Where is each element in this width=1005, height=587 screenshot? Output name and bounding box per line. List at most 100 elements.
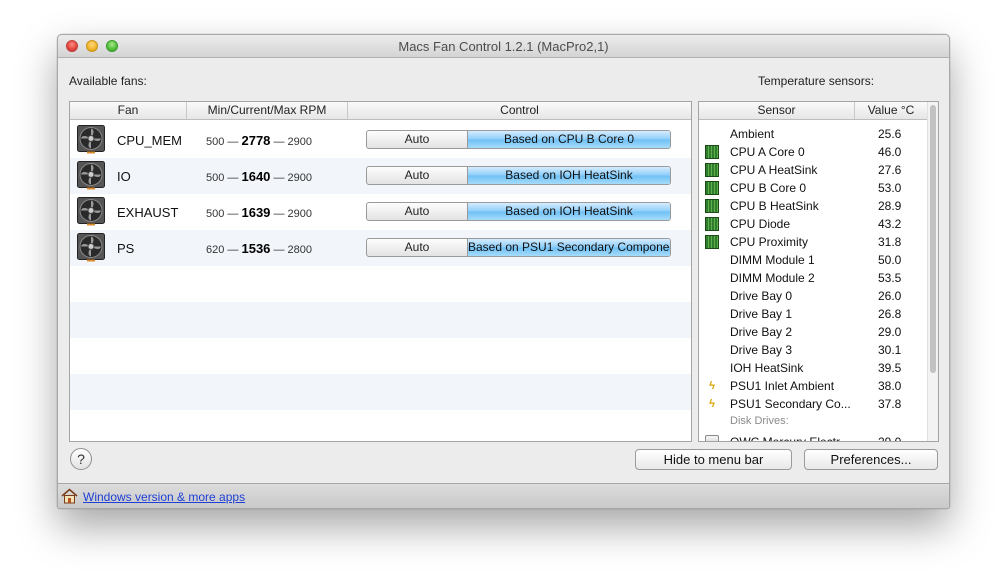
rpm-separator: — xyxy=(227,172,239,184)
sensor-value: 25.6 xyxy=(878,127,902,141)
sensor-value: 53.5 xyxy=(878,271,902,285)
disk-drives-group-label: Disk Drives: xyxy=(730,415,789,427)
fan-row[interactable]: IO 500 — 1640 — 2900 Auto Based on IOH Heat… xyxy=(70,158,691,194)
sensor-name: PSU1 Inlet Ambient xyxy=(730,379,835,393)
fan-max-rpm: 2900 xyxy=(287,136,313,148)
sensor-name: Drive Bay 0 xyxy=(730,289,793,303)
app-window: Macs Fan Control 1.2.1 (MacPro2,1) Avail… xyxy=(57,34,950,509)
cpu-chip-icon xyxy=(705,163,719,177)
sensor-name: OWC Mercury Electr... xyxy=(730,435,849,441)
sensor-value: 46.0 xyxy=(878,145,902,159)
sensor-value: 28.9 xyxy=(878,199,902,213)
sensor-row[interactable]: CPU A HeatSink 27.6 xyxy=(699,161,928,179)
cpu-chip-icon xyxy=(705,235,719,249)
fan-control-segmented: Auto Based on IOH HeatSink xyxy=(366,166,671,185)
sensor-value: 38.0 xyxy=(878,379,902,393)
sensor-value: 39.5 xyxy=(878,361,902,375)
column-header-value[interactable]: Value °C xyxy=(855,102,928,119)
hide-to-menu-bar-button[interactable]: Hide to menu bar xyxy=(635,449,792,470)
rpm-separator: — xyxy=(273,136,285,148)
sensor-value: 30.1 xyxy=(878,343,902,357)
sensors-table-header: Sensor Value °C xyxy=(699,102,938,120)
preferences-button[interactable]: Preferences... xyxy=(804,449,938,470)
sensor-based-mode-button[interactable]: Based on CPU B Core 0 xyxy=(468,131,670,148)
sensor-row[interactable]: CPU B Core 0 53.0 xyxy=(699,179,928,197)
sensor-row[interactable]: Drive Bay 1 26.8 xyxy=(699,305,928,323)
column-header-control[interactable]: Control xyxy=(348,102,691,119)
fan-current-rpm: 1536 xyxy=(241,241,271,256)
sensor-row[interactable]: CPU Diode 43.2 xyxy=(699,215,928,233)
fan-icon xyxy=(77,161,105,190)
column-header-fan[interactable]: Fan xyxy=(70,102,187,119)
auto-mode-button[interactable]: Auto xyxy=(367,131,468,148)
sensor-value: 53.0 xyxy=(878,181,902,195)
fan-icon xyxy=(77,125,105,154)
empty-row xyxy=(70,374,691,410)
sensor-row[interactable]: ϟ PSU1 Secondary Co... 37.8 xyxy=(699,395,928,413)
sensor-name: Drive Bay 2 xyxy=(730,325,793,339)
sensor-row[interactable]: DIMM Module 2 53.5 xyxy=(699,269,928,287)
footer-bar: Windows version & more apps xyxy=(58,483,949,508)
disk-drive-icon xyxy=(705,435,719,441)
sensor-name: DIMM Module 1 xyxy=(730,253,815,267)
empty-row xyxy=(70,302,691,338)
sensor-value: 31.8 xyxy=(878,235,902,249)
empty-row xyxy=(70,410,691,441)
sensor-based-mode-button[interactable]: Based on PSU1 Secondary Component xyxy=(468,239,670,256)
empty-row xyxy=(70,338,691,374)
sensor-value: 29.0 xyxy=(878,435,901,441)
sensor-name: Drive Bay 3 xyxy=(730,343,793,357)
fans-label: Available fans: xyxy=(69,74,147,88)
auto-mode-button[interactable]: Auto xyxy=(367,239,468,256)
auto-mode-button[interactable]: Auto xyxy=(367,203,468,220)
sensor-row[interactable]: CPU A Core 0 46.0 xyxy=(699,143,928,161)
fan-rpm: 620 — 1536 — 2800 xyxy=(206,241,312,256)
sensor-name: PSU1 Secondary Co... xyxy=(730,397,851,411)
fan-row[interactable]: PS 620 — 1536 — 2800 Auto Based on PSU1 Sec… xyxy=(70,230,691,266)
sensor-name: DIMM Module 2 xyxy=(730,271,815,285)
auto-mode-button[interactable]: Auto xyxy=(367,167,468,184)
window-title: Macs Fan Control 1.2.1 (MacPro2,1) xyxy=(398,39,609,54)
power-bolt-icon: ϟ xyxy=(709,398,715,410)
fan-control-segmented: Auto Based on PSU1 Secondary Component xyxy=(366,238,671,257)
column-header-sensor[interactable]: Sensor xyxy=(699,102,855,119)
fan-min-rpm: 500 xyxy=(206,172,225,184)
sensor-row[interactable]: ϟ PSU1 Inlet Ambient 38.0 xyxy=(699,377,928,395)
rpm-separator: — xyxy=(273,172,285,184)
sensor-name: CPU B Core 0 xyxy=(730,181,807,195)
fan-current-rpm: 1639 xyxy=(241,205,271,220)
sensor-row[interactable]: Ambient 25.6 xyxy=(699,125,928,143)
cpu-chip-icon xyxy=(705,199,719,213)
sensor-value: 43.2 xyxy=(878,217,902,231)
title-bar[interactable]: Macs Fan Control 1.2.1 (MacPro2,1) xyxy=(58,35,949,58)
column-header-rpm[interactable]: Min/Current/Max RPM xyxy=(187,102,348,119)
sensor-row[interactable]: OWC Mercury Electr... 29.0 xyxy=(699,433,928,441)
fan-current-rpm: 2778 xyxy=(241,133,271,148)
windows-version-link[interactable]: Windows version & more apps xyxy=(83,490,245,504)
sensor-value: 27.6 xyxy=(878,163,902,177)
fan-row[interactable]: CPU_MEM 500 — 2778 — 2900 Auto Based on CPU… xyxy=(70,122,691,158)
help-button[interactable]: ? xyxy=(70,448,92,470)
sensor-row[interactable]: CPU B HeatSink 28.9 xyxy=(699,197,928,215)
sensor-row[interactable]: Drive Bay 2 29.0 xyxy=(699,323,928,341)
sensor-row[interactable]: Drive Bay 0 26.0 xyxy=(699,287,928,305)
sensor-row[interactable]: Drive Bay 3 30.1 xyxy=(699,341,928,359)
cpu-chip-icon xyxy=(705,145,719,159)
fan-icon xyxy=(77,197,105,226)
sensor-name: Ambient xyxy=(730,127,775,141)
fan-name: IO xyxy=(117,169,131,184)
sensor-row[interactable]: DIMM Module 1 50.0 xyxy=(699,251,928,269)
sensor-name: Drive Bay 1 xyxy=(730,307,793,321)
cpu-chip-icon xyxy=(705,181,719,195)
sensor-based-mode-button[interactable]: Based on IOH HeatSink xyxy=(468,167,670,184)
sensors-table: Sensor Value °C Ambient 25.6 CPU A Core 0 4… xyxy=(698,101,939,442)
fan-rpm: 500 — 1639 — 2900 xyxy=(206,205,312,220)
sensor-row[interactable]: IOH HeatSink 39.5 xyxy=(699,359,928,377)
sensors-scrollbar[interactable] xyxy=(927,102,938,441)
sensor-row[interactable]: CPU Proximity 31.8 xyxy=(699,233,928,251)
sensor-name: CPU Proximity xyxy=(730,235,809,249)
fan-row[interactable]: EXHAUST 500 — 1639 — 2900 Auto Based on IOH… xyxy=(70,194,691,230)
sensor-based-mode-button[interactable]: Based on IOH HeatSink xyxy=(468,203,670,220)
sensors-scroll-thumb[interactable] xyxy=(930,105,936,373)
fan-rpm: 500 — 1640 — 2900 xyxy=(206,169,312,184)
